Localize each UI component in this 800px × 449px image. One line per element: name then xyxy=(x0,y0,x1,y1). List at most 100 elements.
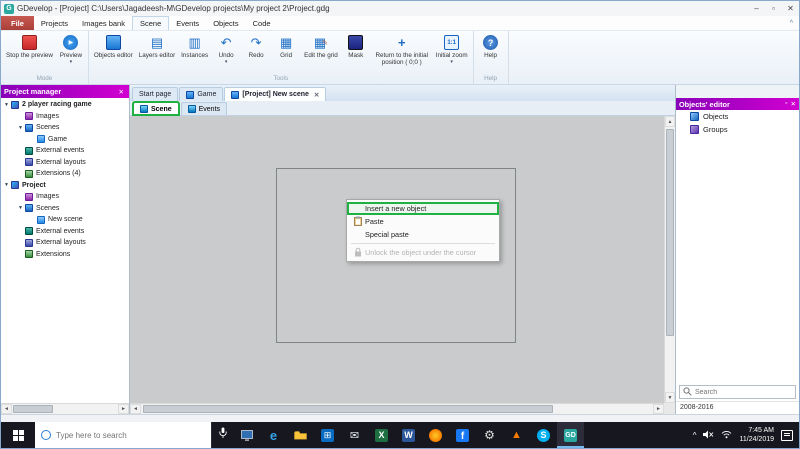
layers-icon: ▤ xyxy=(151,36,163,49)
help-button[interactable]: ? Help xyxy=(476,33,506,60)
mask-button[interactable]: Mask xyxy=(341,33,371,60)
undo-button[interactable]: ↶ Undo ▾ xyxy=(211,33,241,66)
settings-gear-icon[interactable]: ⚙ xyxy=(476,422,503,448)
canvas-vscrollbar[interactable]: ▲ ▼ xyxy=(664,116,675,403)
status-bar xyxy=(1,414,799,422)
tab-start-page[interactable]: Start page xyxy=(132,87,178,101)
redo-button[interactable]: ↷ Redo xyxy=(241,33,271,60)
tree-item-external-layouts-2[interactable]: External layouts xyxy=(1,237,129,249)
menu-item-special-paste[interactable]: Special paste xyxy=(347,228,499,241)
clock-time: 7:45 AM xyxy=(748,427,774,434)
menu-tab-projects[interactable]: Projects xyxy=(34,16,75,30)
minimize-icon[interactable]: – xyxy=(748,4,765,13)
menu-tab-code[interactable]: Code xyxy=(246,16,278,30)
preview-dropdown-icon[interactable]: ▾ xyxy=(70,59,73,65)
tree-item-images-2[interactable]: Images xyxy=(1,191,129,203)
scrollbar-thumb[interactable] xyxy=(13,405,53,413)
close-icon[interactable]: ✕ xyxy=(782,4,799,13)
tree-item-extensions-2[interactable]: Extensions xyxy=(1,249,129,261)
menu-tab-file[interactable]: File xyxy=(1,16,34,30)
menu-tab-scene[interactable]: Scene xyxy=(132,16,169,30)
project-manager-hscrollbar[interactable]: ◄ ► xyxy=(1,403,129,414)
taskbar-search-box[interactable] xyxy=(35,422,211,448)
tab-scene-view[interactable]: Scene xyxy=(133,102,179,115)
scene-canvas[interactable]: Insert a new object Paste Special paste … xyxy=(130,116,675,414)
ribbon-group-mode: Stop the preview ▶ Preview ▾ Mode xyxy=(1,31,89,84)
facebook-icon[interactable]: f xyxy=(449,422,476,448)
tree-item-external-events-2[interactable]: External events xyxy=(1,226,129,238)
file-explorer-icon[interactable] xyxy=(287,422,314,448)
initial-zoom-button[interactable]: 1:1 Initial zoom ▾ xyxy=(433,33,471,66)
preview-button[interactable]: ▶ Preview ▾ xyxy=(56,33,86,66)
mail-icon[interactable]: ✉ xyxy=(341,422,368,448)
scrollbar-thumb[interactable] xyxy=(143,405,553,413)
tree-item-scenes[interactable]: ▼Scenes xyxy=(1,122,129,134)
mask-icon xyxy=(348,35,363,50)
tree-item-groups[interactable]: Groups xyxy=(676,123,799,136)
tree-item-new-scene[interactable]: New scene xyxy=(1,214,129,226)
tree-item-racing-game[interactable]: ▼2 player racing game xyxy=(1,99,129,111)
layers-editor-button[interactable]: ▤ Layers editor xyxy=(136,33,178,60)
tree-item-images[interactable]: Images xyxy=(1,111,129,123)
scroll-right-icon[interactable]: ► xyxy=(118,404,129,414)
action-center-icon[interactable] xyxy=(781,430,793,441)
tab-events-view[interactable]: Events xyxy=(181,102,227,115)
tree-item-external-layouts[interactable]: External layouts xyxy=(1,157,129,169)
menu-tab-images-bank[interactable]: Images bank xyxy=(75,16,132,30)
task-view-icon[interactable] xyxy=(233,422,260,448)
panel-restore-icon[interactable]: ▫ xyxy=(785,100,787,108)
zoom-dropdown-icon[interactable]: ▾ xyxy=(450,59,453,65)
tree-item-external-events[interactable]: External events xyxy=(1,145,129,157)
volume-muted-icon[interactable] xyxy=(703,426,714,444)
scroll-left-icon[interactable]: ◄ xyxy=(1,404,12,414)
tree-item-objects[interactable]: Objects xyxy=(676,110,799,123)
tree-item-project[interactable]: ▼Project xyxy=(1,180,129,192)
network-icon[interactable] xyxy=(721,426,732,444)
project-manager-close-icon[interactable]: ✕ xyxy=(117,88,126,96)
menu-item-paste[interactable]: Paste xyxy=(347,215,499,228)
tree-item-scenes-2[interactable]: ▼Scenes xyxy=(1,203,129,215)
gdevelop-taskbar-icon[interactable]: GD xyxy=(557,422,584,448)
taskbar-clock[interactable]: 7:45 AM 11/24/2019 xyxy=(739,426,774,444)
scroll-left-icon[interactable]: ◄ xyxy=(130,404,141,414)
stop-preview-button[interactable]: Stop the preview xyxy=(3,33,56,60)
collapse-ribbon-icon[interactable]: ^ xyxy=(790,20,793,27)
instances-button[interactable]: ▥ Instances xyxy=(178,33,211,60)
menu-item-unlock-object[interactable]: Unlock the object under the cursor xyxy=(347,246,499,259)
tab-project-new-scene[interactable]: [Project] New scene✕ xyxy=(224,87,326,101)
start-button[interactable] xyxy=(1,422,35,448)
firefox-icon[interactable] xyxy=(422,422,449,448)
objects-search-box[interactable] xyxy=(679,385,796,399)
canvas-hscrollbar[interactable]: ◄ ► xyxy=(130,403,664,414)
project-manager-panel: Project manager ✕ ▼2 player racing game … xyxy=(1,85,130,414)
menu-tab-events[interactable]: Events xyxy=(169,16,206,30)
store-icon[interactable]: ⊞ xyxy=(314,422,341,448)
scroll-up-icon[interactable]: ▲ xyxy=(665,116,675,127)
microphone-button[interactable] xyxy=(211,422,233,448)
word-icon[interactable]: W xyxy=(395,422,422,448)
undo-dropdown-icon[interactable]: ▾ xyxy=(225,59,228,65)
panel-close-icon[interactable]: ✕ xyxy=(791,100,796,108)
group-label-help: Help xyxy=(474,74,508,84)
excel-icon[interactable]: X xyxy=(368,422,395,448)
menu-item-insert-new-object[interactable]: Insert a new object xyxy=(347,202,499,215)
menu-tab-objects[interactable]: Objects xyxy=(206,16,245,30)
scroll-down-icon[interactable]: ▼ xyxy=(665,392,675,403)
skype-icon[interactable]: S xyxy=(530,422,557,448)
scroll-right-icon[interactable]: ► xyxy=(653,404,664,414)
objects-editor-button[interactable]: Objects editor xyxy=(91,33,136,60)
return-initial-position-button[interactable]: + Return to the initial position ( 0;0 ) xyxy=(371,33,433,67)
scrollbar-thumb[interactable] xyxy=(666,129,674,336)
tree-item-game-scene[interactable]: Game xyxy=(1,134,129,146)
edge-browser-icon[interactable]: e xyxy=(260,422,287,448)
vlc-icon[interactable]: ▲ xyxy=(503,422,530,448)
search-input[interactable] xyxy=(695,389,792,396)
maximize-icon[interactable]: ▫ xyxy=(765,4,782,13)
edit-grid-button[interactable]: ▦✎ Edit the grid xyxy=(301,33,341,60)
tab-close-icon[interactable]: ✕ xyxy=(312,91,319,99)
taskbar-search-input[interactable] xyxy=(56,431,205,440)
hidden-icons-chevron-icon[interactable]: ^ xyxy=(693,431,697,440)
tab-game[interactable]: Game xyxy=(179,87,223,101)
grid-button[interactable]: ▦ Grid xyxy=(271,33,301,60)
tree-item-extensions[interactable]: Extensions (4) xyxy=(1,168,129,180)
